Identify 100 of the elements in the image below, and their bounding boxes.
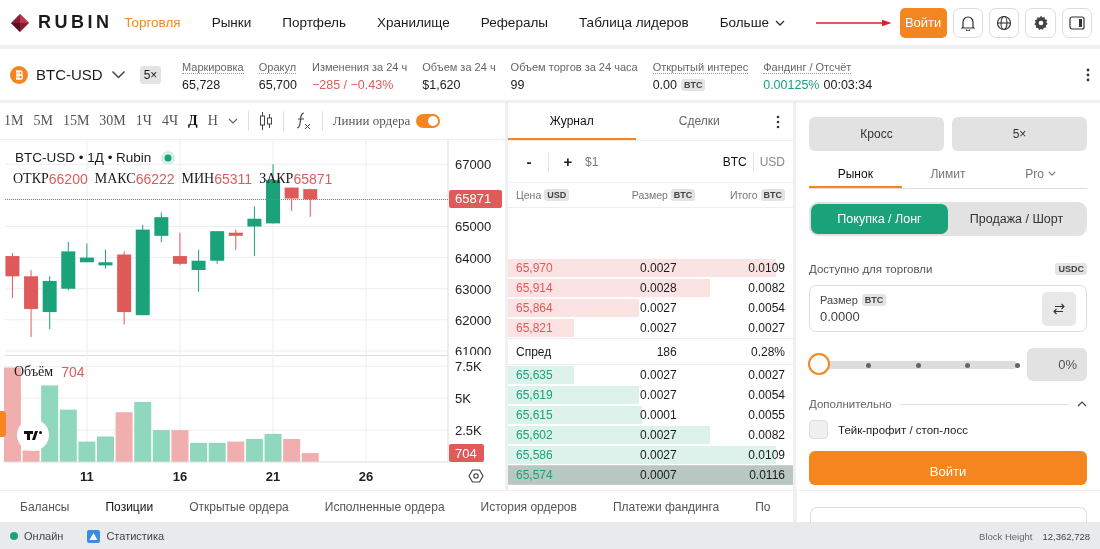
price-cell-text: 65,635 <box>516 368 554 382</box>
order-row[interactable]: 65,970 0.0027 0.0109 <box>508 258 793 278</box>
volume-label: Объём <box>14 364 54 380</box>
candlestick-icon[interactable] <box>258 112 273 130</box>
bottom-tab[interactable]: Исполненные ордера <box>324 499 445 514</box>
timeframe-tab[interactable]: 5М <box>33 113 53 129</box>
panel-tab[interactable]: Журнал <box>508 103 636 140</box>
timeframe-tab[interactable]: 4Ч <box>161 113 179 129</box>
order-row[interactable]: 65,914 0.0028 0.0082 <box>508 278 793 298</box>
stat-value: $1,620 <box>422 78 461 92</box>
axis-label: 67000 <box>455 157 492 173</box>
column-header: Размер <box>631 189 668 201</box>
margin-button[interactable]: Кросс <box>809 117 944 151</box>
total-cell-text: 0.0054 <box>747 301 785 315</box>
total-cell-text: 0.0109 <box>747 261 785 275</box>
ohlc-value: 66222 <box>135 171 175 187</box>
unit-toggle[interactable]: BTC <box>722 154 747 169</box>
timeframe-tab[interactable]: 1М <box>4 113 24 129</box>
order-row[interactable]: 65,635 0.0027 0.0027 <box>508 365 793 385</box>
block-height-label: Block Height <box>979 530 1033 542</box>
bottom-tab[interactable]: По <box>755 499 771 514</box>
size-field[interactable]: Размер BTC 0.0000 <box>809 285 1087 332</box>
nav-link[interactable]: Рефералы <box>480 15 548 30</box>
total-cell-text: 0.0055 <box>747 408 785 422</box>
order-row[interactable]: 65,602 0.0027 0.0082 <box>508 425 793 445</box>
order-row[interactable]: 65,586 0.0027 0.0109 <box>508 445 793 465</box>
nav-link[interactable]: Таблица лидеров <box>579 15 689 30</box>
more-icon[interactable] <box>776 114 780 129</box>
block-height-value: 12,362,728 <box>1042 530 1090 542</box>
timeframe-tab[interactable]: 1Ч <box>135 113 152 129</box>
unit-tag: BTC <box>680 79 706 91</box>
unit-tag: USD <box>544 189 570 201</box>
settings-icon[interactable] <box>468 469 484 483</box>
timeframe-tab[interactable]: Д <box>188 113 198 129</box>
ohlc-value: 65871 <box>293 171 333 187</box>
volume-bar <box>208 442 226 462</box>
bottom-tab[interactable]: Балансы <box>20 499 70 514</box>
logo-text: RUBIN <box>38 12 113 33</box>
order-type-tab[interactable]: Pro <box>994 161 1087 188</box>
order-type-tab[interactable]: Лимит <box>901 161 995 188</box>
chevron-icon[interactable] <box>110 70 126 79</box>
slider-thumb[interactable] <box>808 352 830 375</box>
nav-link[interactable]: Рынки <box>211 15 252 30</box>
candle <box>5 252 20 299</box>
market-symbol[interactable]: BTC-USD <box>36 66 103 83</box>
nav-link[interactable]: Больше <box>719 15 785 30</box>
volume-bar <box>227 441 245 462</box>
more-icon[interactable] <box>1086 67 1090 82</box>
percent-field[interactable]: 0% <box>1027 348 1087 381</box>
bottom-tab[interactable]: История ордеров <box>480 499 577 514</box>
bell-icon <box>960 14 975 31</box>
spread-value: 186 <box>655 344 678 359</box>
language-button[interactable] <box>989 7 1020 38</box>
candle <box>210 230 225 265</box>
available-label: Доступно для торговли <box>809 263 933 275</box>
bottom-tab[interactable]: Позиции <box>105 499 154 514</box>
stat-label: Открытый интерес <box>652 61 749 74</box>
increase-button[interactable]: + <box>555 153 581 170</box>
unit-tag: BTC <box>760 189 785 201</box>
decrease-button[interactable]: - <box>516 153 542 170</box>
price-cell-text: 65,619 <box>516 388 554 402</box>
order-row[interactable]: 65,619 0.0027 0.0054 <box>508 385 793 405</box>
checkbox[interactable] <box>809 420 828 439</box>
notifications-button[interactable] <box>952 7 984 38</box>
volume-value: 704 <box>61 364 85 380</box>
swap-icon[interactable] <box>1052 301 1066 316</box>
panel-tab[interactable]: Сделки <box>635 103 763 140</box>
timeframe-tab[interactable]: 15М <box>62 113 90 129</box>
bottom-tab[interactable]: Платежи фандинга <box>612 499 720 514</box>
order-row[interactable]: 65,821 0.0027 0.0027 <box>508 318 793 338</box>
order-type-tab[interactable]: Рынок <box>809 161 902 188</box>
margin-button[interactable]: 5× <box>952 117 1087 151</box>
statistics-link[interactable]: Статистика <box>106 530 165 542</box>
axis-label: 26 <box>358 469 374 484</box>
side-tab[interactable]: Продажа / Шорт <box>948 204 1085 234</box>
stat-value: 65,700 <box>258 78 297 92</box>
order-row[interactable]: 65,864 0.0027 0.0054 <box>508 298 793 318</box>
order-row[interactable]: 65,574 0.0007 0.0116 <box>508 465 793 485</box>
nav-link[interactable]: Хранилище <box>376 15 450 30</box>
stat-label: Изменения за 24 ч <box>311 61 408 73</box>
chevron-icon[interactable] <box>227 118 238 124</box>
timeframe-tab[interactable]: 30М <box>99 113 126 129</box>
stat-value: 99 <box>510 78 525 92</box>
order-row[interactable]: 65,615 0.0001 0.0055 <box>508 405 793 425</box>
tick-size: $1 <box>585 154 599 169</box>
unit-tag: BTC <box>670 189 696 201</box>
axis-label: 16 <box>172 469 188 484</box>
layout-button[interactable] <box>1061 7 1092 38</box>
bottom-tab[interactable]: Открытые ордера <box>189 499 289 514</box>
unit-toggle[interactable]: USD <box>759 154 785 169</box>
settings-button[interactable] <box>1025 7 1056 38</box>
chevron-icon[interactable] <box>1077 401 1087 407</box>
timeframe-tab[interactable]: Н <box>207 113 218 129</box>
nav-link[interactable]: Портфель <box>282 15 346 30</box>
axis-label: 65000 <box>455 219 492 235</box>
globe-icon <box>996 14 1013 31</box>
candle <box>79 243 94 263</box>
order-lines-toggle[interactable] <box>416 114 441 128</box>
spread-percent: 0.28% <box>749 344 785 359</box>
price-tag: 65871 <box>449 190 502 209</box>
